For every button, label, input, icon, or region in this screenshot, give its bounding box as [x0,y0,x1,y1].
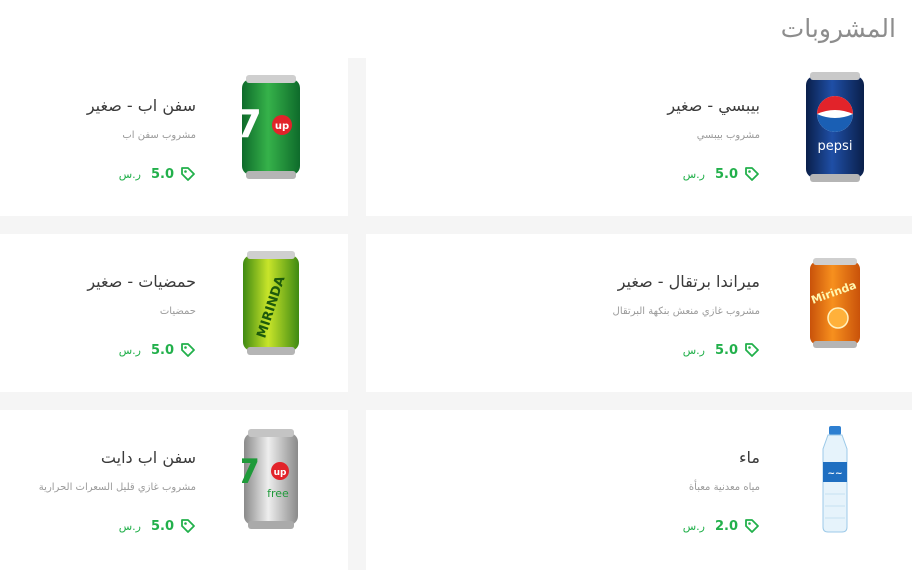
pepsi-can-icon: pepsi [780,66,890,188]
price-tag-icon [181,519,195,533]
product-name: بيبسي - صغير [667,96,760,115]
product-description: مشروب سفن اب [122,130,196,141]
product-name: سفن اب دايت [100,448,196,467]
mirinda-citrus-can-icon: MIRINDA [216,242,326,364]
price-currency: ر.س [682,167,705,181]
product-price: 5.0 ر.س [119,166,196,182]
price-value: 5.0 [714,342,738,358]
section-header: المشروبات [0,0,912,58]
svg-text:up: up [275,121,289,132]
svg-text:~~: ~~ [827,469,842,479]
price-currency: ر.س [118,343,141,357]
product-price: 5.0 ر.س [683,166,760,182]
product-price: 5.0 ر.س [119,518,196,534]
product-description: حمضيات [159,306,196,317]
product-description: مشروب بيبسي [696,130,760,141]
svg-text:pepsi: pepsi [818,139,853,154]
price-currency: ر.س [118,519,141,533]
7up-free-can-icon: 7 up free [216,418,326,540]
product-card-pepsi[interactable]: pepsi بيبسي - صغير مشروب بيبسي 5.0 ر.س [366,58,912,216]
drinks-page: المشروبات pepsi بيبسي - صغير مشروب بيبسي… [0,0,912,570]
price-value: 5.0 [150,166,174,182]
7up-can-icon: 7 up [216,66,326,188]
price-tag-icon [745,167,759,181]
svg-text:free: free [267,487,289,500]
product-description: مشروب غازي قليل السعرات الحرارية [38,482,196,493]
svg-text:up: up [274,468,287,478]
price-tag-icon [181,167,195,181]
product-name: حمضيات - صغير [87,272,196,291]
product-card-citrus[interactable]: MIRINDA حمضيات - صغير حمضيات 5.0 ر.س [0,234,348,392]
price-value: 2.0 [714,518,738,534]
product-card-7up-diet[interactable]: 7 up free سفن اب دايت مشروب غازي قليل ال… [0,410,348,570]
product-price: 2.0 ر.س [683,518,760,534]
svg-text:7: 7 [242,452,260,492]
price-tag-icon [745,519,759,533]
price-currency: ر.س [118,167,141,181]
product-card-water[interactable]: ~~ ماء مياه معدنية معبأة 2.0 ر.س [366,410,912,570]
price-tag-icon [181,343,195,357]
product-name: سفن اب - صغير [86,96,196,115]
price-value: 5.0 [150,342,174,358]
price-tag-icon [745,343,759,357]
price-value: 5.0 [714,166,738,182]
mirinda-orange-can-icon: Mirinda [780,242,890,364]
section-title: المشروبات [780,14,896,43]
product-name: ميراندا برتقال - صغير [617,272,760,291]
product-price: 5.0 ر.س [683,342,760,358]
product-description: مشروب غازي منعش بنكهة البرتقال [612,306,760,317]
product-name: ماء [739,448,760,467]
price-currency: ر.س [682,343,705,357]
product-description: مياه معدنية معبأة [688,482,760,493]
product-price: 5.0 ر.س [119,342,196,358]
product-card-7up[interactable]: 7 up سفن اب - صغير مشروب سفن اب 5.0 ر.س [0,58,348,216]
price-currency: ر.س [682,519,705,533]
product-card-mirinda-orange[interactable]: Mirinda ميراندا برتقال - صغير مشروب غازي… [366,234,912,392]
svg-text:7: 7 [240,102,262,146]
water-bottle-icon: ~~ [780,418,890,540]
price-value: 5.0 [150,518,174,534]
